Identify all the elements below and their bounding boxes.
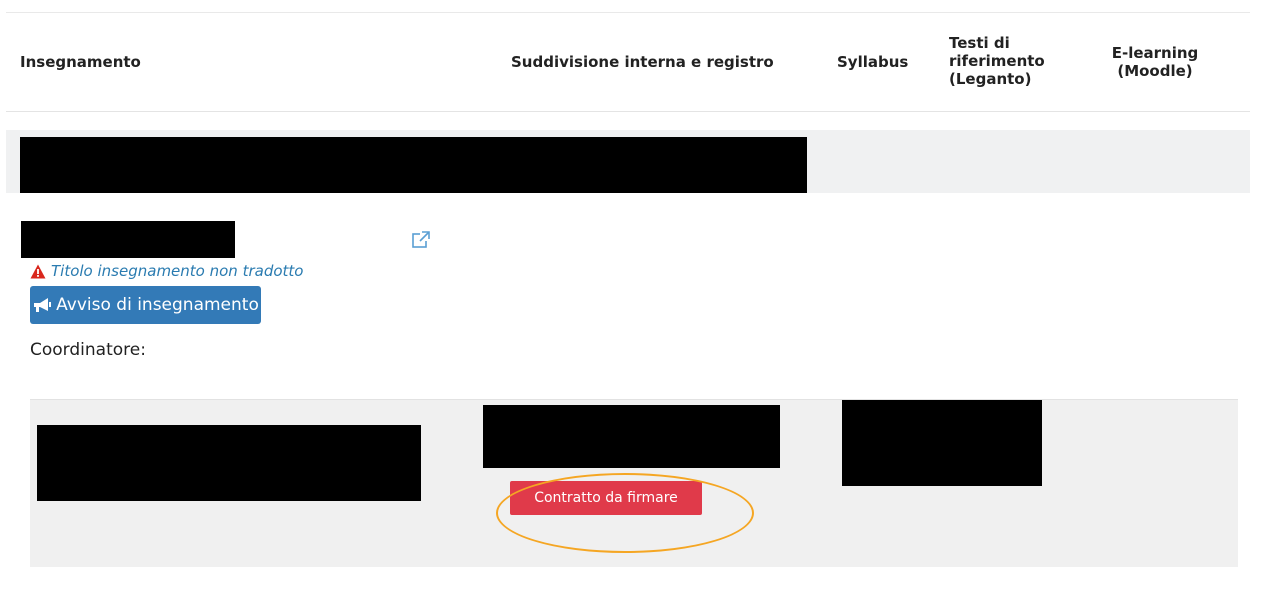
contratto-da-firmare-button[interactable]: Contratto da firmare [510, 481, 702, 515]
header-insegnamento: Insegnamento [20, 53, 141, 71]
translation-warning: Titolo insegnamento non tradotto [30, 262, 303, 280]
warning-triangle-icon [30, 264, 46, 279]
header-suddivisione: Suddivisione interna e registro [511, 53, 774, 71]
top-divider [6, 12, 1250, 13]
redacted-course-title [21, 221, 235, 258]
redacted-teacher-name [37, 425, 421, 501]
header-testi-riferimento: Testi di riferimento (Leganto) [949, 34, 1045, 88]
header-elearning: E-learning (Moodle) [1111, 44, 1199, 80]
redacted-subdivision [483, 405, 780, 468]
warning-text: Titolo insegnamento non tradotto [51, 262, 304, 280]
redacted-syllabus [842, 400, 1042, 486]
megaphone-icon [32, 296, 52, 314]
redacted-course-group [20, 137, 807, 193]
teaching-page: Insegnamento Suddivisione interna e regi… [0, 0, 1266, 590]
coordinatore-label: Coordinatore: [30, 340, 146, 360]
avviso-button-label: Avviso di insegnamento [56, 295, 259, 315]
header-divider [6, 111, 1250, 112]
external-link-icon[interactable] [411, 230, 431, 250]
avviso-insegnamento-button[interactable]: Avviso di insegnamento [30, 286, 261, 324]
header-syllabus: Syllabus [837, 53, 909, 71]
